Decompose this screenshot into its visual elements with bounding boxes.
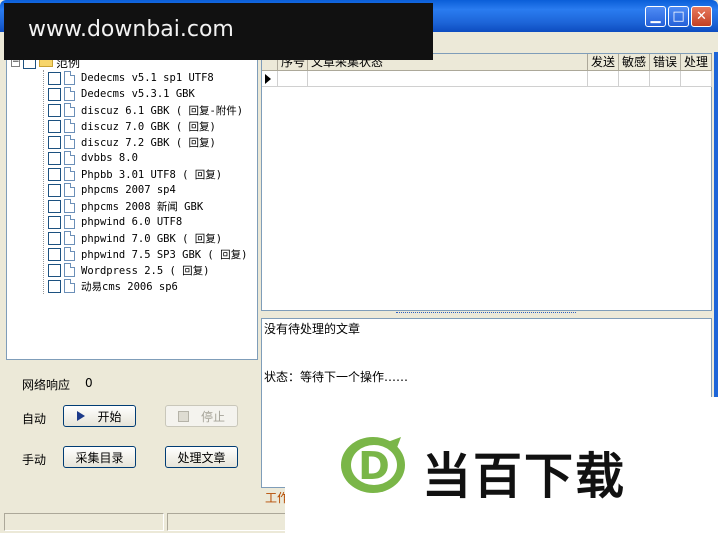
start-button-label: 开始 [97, 409, 122, 424]
start-button[interactable]: 开始 [63, 405, 136, 427]
tree-item-checkbox[interactable] [48, 135, 61, 149]
network-response-value: 0 [85, 376, 93, 390]
column-header-sensitive[interactable]: 敏感 [619, 54, 650, 71]
current-row-arrow-icon [265, 74, 271, 84]
tree-item-label: phpwind 7.5 SP3 GBK ( 回复) [81, 248, 248, 261]
document-icon [64, 199, 75, 213]
row-indicator [262, 71, 278, 87]
document-icon [64, 119, 75, 133]
table-cell[interactable] [278, 71, 308, 87]
document-icon [64, 231, 75, 245]
stop-button[interactable]: 停止 [165, 405, 238, 427]
tree-item-checkbox[interactable] [48, 87, 61, 101]
table-cell[interactable] [308, 71, 588, 87]
document-icon [64, 151, 75, 165]
article-grid: 序号 文章采集状态 发送 敏感 错误 处理 [261, 53, 712, 311]
tree-item[interactable]: Phpbb 3.01 UTF8 ( 回复) [48, 166, 222, 182]
column-header-send[interactable]: 发送 [588, 54, 619, 71]
watermark-logo: D 当百下载 [285, 397, 718, 533]
column-header-process[interactable]: 处理 [681, 54, 712, 71]
tree-item-checkbox[interactable] [48, 71, 61, 85]
tree-item-checkbox[interactable] [48, 151, 61, 165]
tree-item-label: discuz 6.1 GBK ( 回复-附件) [81, 104, 244, 117]
tree-item-label: discuz 7.0 GBK ( 回复) [81, 120, 216, 133]
tree-item[interactable]: Dedecms v5.3.1 GBK [48, 86, 195, 102]
tree-item-checkbox[interactable] [48, 215, 61, 229]
tree-item[interactable]: discuz 7.2 GBK ( 回复) [48, 134, 216, 150]
tree-item-label: dvbbs 8.0 [81, 152, 138, 164]
tree-item-label: phpwind 6.0 UTF8 [81, 216, 183, 228]
collect-directory-button[interactable]: 采集目录 [63, 446, 136, 468]
document-icon [64, 167, 75, 181]
document-icon [64, 263, 75, 277]
tree-item-label: Dedecms v5.3.1 GBK [81, 88, 195, 100]
tree-connector [43, 70, 44, 294]
tree-item-label: Wordpress 2.5 ( 回复) [81, 264, 210, 277]
tree-item-label: discuz 7.2 GBK ( 回复) [81, 136, 216, 149]
watermark-banner: www.downbai.com [4, 3, 433, 60]
tree-item-label: 动易cms 2006 sp6 [81, 280, 178, 293]
tree-item-checkbox[interactable] [48, 199, 61, 213]
tree-item-label: phpcms 2007 sp4 [81, 184, 176, 196]
process-articles-label: 处理文章 [177, 450, 226, 465]
tree-item[interactable]: discuz 6.1 GBK ( 回复-附件) [48, 102, 243, 118]
logo-text: 当百下载 [422, 448, 627, 505]
document-icon [64, 279, 75, 293]
collect-directory-label: 采集目录 [75, 450, 124, 465]
tree-item-checkbox[interactable] [48, 183, 61, 197]
tree-item-label: phpwind 7.0 GBK ( 回复) [81, 232, 223, 245]
tree-item[interactable]: phpcms 2008 新闻 GBK [48, 198, 203, 214]
tree-item[interactable]: dvbbs 8.0 [48, 150, 138, 166]
tree-item-label: Phpbb 3.01 UTF8 ( 回复) [81, 168, 223, 181]
tree-item-checkbox[interactable] [48, 119, 61, 133]
tree-item-checkbox[interactable] [48, 263, 61, 277]
document-icon [64, 183, 75, 197]
tree-item[interactable]: phpwind 6.0 UTF8 [48, 214, 182, 230]
tree-item-checkbox[interactable] [48, 231, 61, 245]
document-icon [64, 215, 75, 229]
document-icon [64, 247, 75, 261]
document-icon [64, 103, 75, 117]
document-icon [64, 71, 75, 85]
stop-button-label: 停止 [200, 409, 225, 424]
log-line-status: 状态：等待下一个操作…… [264, 370, 409, 384]
manual-label: 手动 [22, 453, 47, 467]
tree-item-checkbox[interactable] [48, 247, 61, 261]
document-icon [64, 135, 75, 149]
auto-label: 自动 [22, 412, 47, 426]
table-cell[interactable] [681, 71, 712, 87]
table-cell[interactable] [619, 71, 650, 87]
log-line-no-articles: 没有待处理的文章 [264, 322, 361, 336]
svg-text:D: D [358, 444, 390, 488]
close-button[interactable]: ✕ [691, 6, 712, 27]
tree-item-checkbox[interactable] [48, 103, 61, 117]
status-cell [4, 513, 164, 531]
tree-item[interactable]: discuz 7.0 GBK ( 回复) [48, 118, 216, 134]
column-header-error[interactable]: 错误 [650, 54, 681, 71]
tree-item-checkbox[interactable] [48, 279, 61, 293]
minimize-button[interactable]: ▁ [645, 6, 666, 27]
table-cell[interactable] [588, 71, 619, 87]
tree-item[interactable]: phpwind 7.0 GBK ( 回复) [48, 230, 222, 246]
template-tree: − 范例 Dedecms v5.1 sp1 UTF8 Dedecms v5.3.1… [6, 53, 258, 360]
tree-item-label: phpcms 2008 新闻 GBK [81, 200, 204, 213]
process-articles-button[interactable]: 处理文章 [165, 446, 238, 468]
stop-icon [177, 410, 189, 422]
table-cell[interactable] [650, 71, 681, 87]
splitter-grip[interactable] [396, 312, 576, 316]
tree-item[interactable]: phpcms 2007 sp4 [48, 182, 176, 198]
tree-item[interactable]: 动易cms 2006 sp6 [48, 278, 178, 294]
watermark-site-text: www.downbai.com [28, 17, 234, 42]
tree-item[interactable]: Wordpress 2.5 ( 回复) [48, 262, 209, 278]
tree-item[interactable]: phpwind 7.5 SP3 GBK ( 回复) [48, 246, 247, 262]
network-response-label: 网络响应 [22, 378, 71, 392]
tree-item-checkbox[interactable] [48, 167, 61, 181]
document-icon [64, 87, 75, 101]
logo-mark-icon: D [341, 437, 405, 493]
tree-item-label: Dedecms v5.1 sp1 UTF8 [81, 72, 214, 84]
play-icon [77, 411, 86, 421]
maximize-button[interactable]: □ [668, 6, 689, 27]
panel-splitter[interactable] [261, 311, 712, 318]
tree-item[interactable]: Dedecms v5.1 sp1 UTF8 [48, 70, 214, 86]
